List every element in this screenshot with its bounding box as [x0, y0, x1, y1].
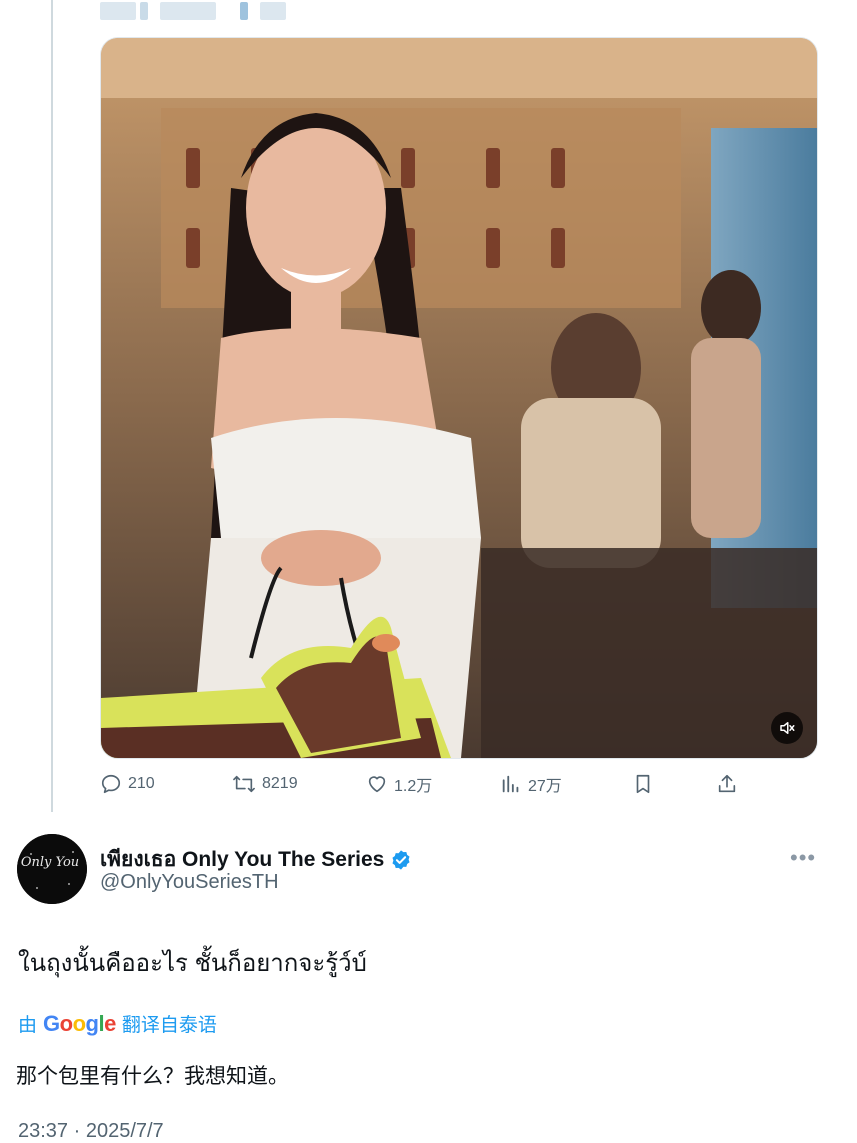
action-bar: 210 8219 1.2万 27万	[100, 770, 760, 798]
heart-icon	[368, 776, 386, 793]
share-icon	[718, 774, 736, 793]
share-button[interactable]	[716, 770, 738, 798]
retweet-button[interactable]: 8219	[232, 770, 298, 798]
like-button[interactable]: 1.2万	[366, 770, 432, 798]
translated-text: 那个包里有什么？我想知道。	[16, 1065, 289, 1088]
analytics-icon	[502, 775, 519, 793]
mute-button[interactable]	[771, 712, 803, 744]
thread-connector-line	[51, 0, 53, 812]
tweet-timestamp[interactable]: 23:37 · 2025/7/7	[18, 1120, 164, 1143]
reply-button[interactable]: 210	[100, 770, 155, 798]
reply-icon	[101, 774, 121, 794]
avatar-text: Only You	[21, 855, 79, 870]
more-options-icon[interactable]: •••	[790, 845, 816, 871]
quoted-video[interactable]	[100, 37, 818, 759]
google-logo: Google	[43, 1010, 116, 1036]
volume-muted-icon	[780, 722, 795, 734]
bookmark-icon	[636, 774, 650, 794]
bookmark-button[interactable]	[632, 770, 654, 798]
retweet-count: 8219	[262, 775, 298, 792]
views-button[interactable]: 27万	[500, 770, 562, 798]
author-avatar[interactable]: Only You	[17, 834, 87, 904]
translation-suffix: 翻译自泰语	[121, 1015, 217, 1036]
author-handle[interactable]: @OnlyYouSeriesTH	[100, 871, 279, 894]
verified-badge-icon	[392, 849, 410, 870]
like-count: 1.2万	[394, 778, 433, 795]
video-frame	[101, 38, 817, 758]
retweet-icon	[233, 775, 255, 793]
quoted-tweet-text-fragment	[100, 2, 300, 22]
reply-count: 210	[128, 775, 155, 792]
translation-attribution[interactable]: 由 Google 翻译自泰语	[18, 1010, 217, 1037]
view-count: 27万	[528, 778, 562, 795]
translation-prefix: 由	[18, 1015, 38, 1036]
tweet-text: ในถุงนั้นคืออะไร ชั้นก็อยากจะรู้ว์บ์	[18, 950, 367, 977]
avatar-logo: Only You	[17, 834, 87, 904]
